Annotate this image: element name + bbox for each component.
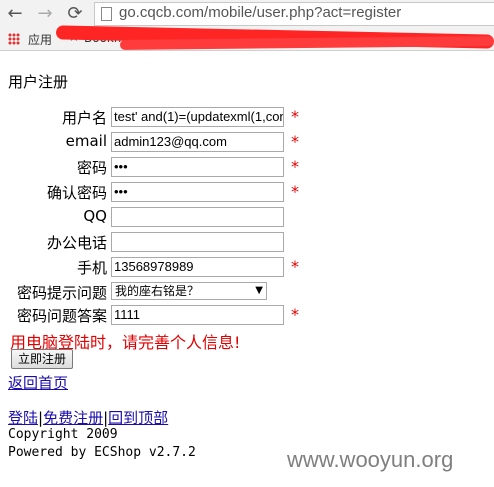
address-bar[interactable]: go.cqcb.com/mobile/user.php?act=register (94, 2, 494, 26)
required-mark: * (291, 132, 299, 151)
page-title: 用户注册 (8, 73, 69, 91)
footer-links: 登陆|免费注册|回到顶部 (8, 407, 168, 428)
page-icon (101, 7, 112, 21)
password-label: 密码 (76, 159, 107, 177)
password-answer-input[interactable]: 1111 (111, 305, 284, 325)
reload-icon[interactable]: ⟳ (64, 3, 86, 25)
password-input[interactable]: ••• (111, 157, 284, 177)
required-mark: * (291, 157, 299, 176)
login-link[interactable]: 登陆 (8, 409, 38, 427)
register-button[interactable]: 立即注册 (11, 349, 74, 369)
mobile-input[interactable]: 13568978989 (111, 257, 284, 277)
apps-grid-icon[interactable] (8, 33, 20, 45)
dropdown-arrow-icon: ▼ (255, 285, 263, 296)
selected-question: 我的座右铭是？ (115, 284, 200, 298)
mobile-label: 手机 (76, 259, 107, 277)
office-phone-label: 办公电话 (46, 234, 107, 252)
email-label: email (65, 132, 107, 150)
powered-by-text: Powered by ECShop v2.7.2 (8, 445, 196, 460)
confirm-password-input[interactable]: ••• (111, 182, 284, 202)
forward-arrow-icon[interactable]: → (34, 3, 56, 25)
username-input[interactable]: test' and(1)=(updatexml(1,con (111, 107, 284, 127)
apps-label[interactable]: 应用 (28, 31, 52, 48)
email-input[interactable]: admin123@qq.com (111, 132, 284, 152)
required-mark: * (291, 257, 299, 276)
username-label: 用户名 (61, 109, 107, 127)
qq-label: QQ (83, 207, 107, 225)
watermark: www.wooyun.org (287, 447, 454, 472)
office-phone-input[interactable] (111, 232, 284, 252)
back-to-top-link[interactable]: 回到顶部 (108, 409, 168, 427)
password-question-select[interactable]: 我的座右铭是？ ▼ (111, 282, 267, 300)
password-question-label: 密码提示问题 (16, 284, 107, 302)
required-mark: * (291, 182, 299, 201)
copyright-text: Copyright 2009 (8, 427, 118, 442)
password-answer-label: 密码问题答案 (16, 307, 107, 325)
url-text: go.cqcb.com/mobile/user.php?act=register (119, 4, 402, 21)
back-arrow-icon[interactable]: ← (4, 3, 26, 25)
confirm-password-label: 确认密码 (46, 184, 107, 202)
browser-toolbar: ← → ⟳ go.cqcb.com/mobile/user.php?act=re… (0, 0, 494, 28)
back-home-link[interactable]: 返回首页 (8, 372, 68, 393)
free-register-link[interactable]: 免费注册 (43, 409, 103, 427)
qq-input[interactable] (111, 207, 284, 227)
required-mark: * (291, 305, 299, 324)
required-mark: * (291, 107, 299, 126)
